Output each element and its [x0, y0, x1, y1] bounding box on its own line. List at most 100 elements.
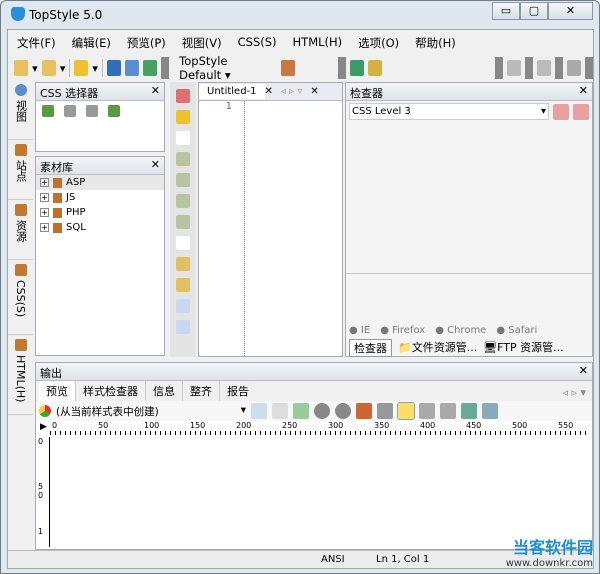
- pencil-icon[interactable]: [176, 320, 190, 334]
- close-button[interactable]: ✕: [548, 2, 593, 20]
- menu-preview[interactable]: 预览(P): [118, 32, 173, 54]
- close-icon[interactable]: ✕: [151, 84, 160, 97]
- preview-source-select[interactable]: (从当前样式表中创建) ▾: [56, 404, 246, 419]
- menu-file[interactable]: 文件(F): [8, 32, 63, 54]
- side-tab-resources[interactable]: 资源: [8, 200, 33, 260]
- close-icon[interactable]: ✕: [579, 364, 588, 377]
- tab-preview[interactable]: 预览: [39, 381, 75, 401]
- menu-bar: 文件(F) 编辑(E) 预览(P) 视图(V) CSS(S) HTML(H) 选…: [8, 32, 463, 54]
- line-gutter: 1: [199, 101, 245, 356]
- toolbar-grip[interactable]: [161, 57, 170, 79]
- side-tab-css[interactable]: CSS(S): [8, 260, 33, 335]
- menu-view[interactable]: 视图(V): [173, 32, 229, 54]
- comment-icon[interactable]: [176, 194, 190, 208]
- document-icon[interactable]: [536, 60, 551, 76]
- wrench-icon[interactable]: [566, 60, 581, 76]
- maximize-button[interactable]: ▢: [520, 2, 548, 20]
- new-html-icon[interactable]: [41, 60, 56, 76]
- tab-ftp-explorer[interactable]: 🖥FTP 资源管...: [483, 339, 563, 357]
- close-icon[interactable]: ✕: [579, 84, 588, 97]
- tab-tidy[interactable]: 整齐: [182, 381, 219, 401]
- tag-remove-icon[interactable]: [108, 105, 120, 117]
- side-tab-html[interactable]: HTML(H): [8, 335, 33, 415]
- expand-icon[interactable]: +: [40, 193, 49, 202]
- side-tab-view[interactable]: 视图: [8, 80, 33, 140]
- expand-icon[interactable]: +: [40, 178, 49, 187]
- browser-firefox[interactable]: ● Firefox: [380, 325, 425, 336]
- open-icon[interactable]: [176, 110, 190, 124]
- toolbar-grip[interactable]: [584, 57, 593, 79]
- app-logo-icon: [11, 7, 25, 21]
- tag-edit-icon[interactable]: [64, 105, 76, 117]
- link-icon[interactable]: [506, 60, 521, 76]
- tag-icon[interactable]: [176, 257, 190, 271]
- refresh-icon[interactable]: [251, 403, 267, 419]
- forward-icon[interactable]: [335, 403, 351, 419]
- toolbar-grip[interactable]: [524, 57, 533, 79]
- tree-item[interactable]: + JS: [36, 190, 164, 205]
- back-icon[interactable]: [314, 403, 330, 419]
- browser-ie[interactable]: ● IE: [349, 325, 370, 336]
- film-icon[interactable]: [377, 403, 393, 419]
- close-tab-icon[interactable]: ✕: [265, 86, 273, 97]
- outdent-icon[interactable]: [176, 173, 190, 187]
- add-property-icon[interactable]: [553, 103, 569, 120]
- ruler-icon[interactable]: [397, 402, 415, 420]
- tab-info[interactable]: 信息: [145, 381, 182, 401]
- menu-html[interactable]: HTML(H): [284, 32, 350, 54]
- minimize-button[interactable]: ▭: [492, 2, 520, 20]
- folder-icon: [53, 192, 62, 203]
- image-icon[interactable]: [461, 403, 477, 419]
- tab-nav-icon[interactable]: ◃ ▹ ▾: [556, 384, 592, 401]
- theme-dropdown[interactable]: TopStyle Default ▾: [173, 54, 276, 82]
- theme-save-icon[interactable]: [280, 60, 295, 76]
- browser-chrome[interactable]: ● Chrome: [435, 325, 486, 336]
- indent-icon[interactable]: [176, 152, 190, 166]
- edit-icon[interactable]: [272, 403, 288, 419]
- new-css-icon[interactable]: [14, 60, 29, 76]
- remove-property-icon[interactable]: [573, 103, 589, 120]
- editor-tab[interactable]: Untitled-1: [199, 84, 265, 99]
- go-icon[interactable]: [293, 403, 309, 419]
- tree-item[interactable]: + ASP: [36, 175, 164, 190]
- tab-nav-icon[interactable]: ◃ ▹ ▿: [281, 86, 302, 97]
- tag-icon[interactable]: [86, 105, 98, 117]
- bug-icon[interactable]: [356, 403, 372, 419]
- menu-css[interactable]: CSS(S): [229, 32, 284, 54]
- tab-style-checker[interactable]: 样式检查器: [75, 381, 145, 401]
- open-folder-icon[interactable]: [74, 60, 89, 76]
- code-editor[interactable]: Untitled-1 ✕ ◃ ▹ ▿ ✕ 1: [198, 82, 343, 357]
- expand-icon[interactable]: +: [40, 223, 49, 232]
- tree-item[interactable]: + PHP: [36, 205, 164, 220]
- browser-safari[interactable]: ● Safari: [496, 325, 537, 336]
- toolbar-grip[interactable]: [338, 57, 347, 79]
- close-icon[interactable]: ✕: [151, 158, 160, 171]
- save-as-icon[interactable]: [143, 60, 158, 76]
- tab-inspector[interactable]: 检查器: [349, 339, 392, 357]
- tab-report[interactable]: 报告: [219, 381, 256, 401]
- side-tab-site[interactable]: 站点: [8, 140, 33, 200]
- expand-icon[interactable]: +: [40, 208, 49, 217]
- close-icon[interactable]: ✕: [310, 86, 318, 97]
- toolbar-grip[interactable]: [494, 57, 503, 79]
- fullscreen-icon[interactable]: [350, 60, 365, 76]
- tab-file-explorer[interactable]: 📁文件资源管...: [398, 339, 477, 357]
- settings-icon[interactable]: [482, 403, 498, 419]
- layout-icon[interactable]: [368, 60, 383, 76]
- menu-help[interactable]: 帮助(H): [406, 32, 463, 54]
- save-all-icon[interactable]: [124, 60, 140, 76]
- resize-icon[interactable]: [440, 403, 456, 419]
- tree-item[interactable]: + SQL: [36, 220, 164, 235]
- edit-icon[interactable]: [176, 215, 190, 229]
- color-icon[interactable]: [176, 278, 190, 292]
- save-icon[interactable]: [106, 60, 121, 76]
- menu-edit[interactable]: 编辑(E): [63, 32, 118, 54]
- menu-options[interactable]: 选项(O): [349, 32, 406, 54]
- device-icon[interactable]: [419, 403, 435, 419]
- new-doc-icon[interactable]: [176, 89, 190, 103]
- toolbar-grip[interactable]: [554, 57, 563, 79]
- css-level-select[interactable]: CSS Level 3 ▾: [349, 103, 549, 120]
- hash-icon[interactable]: [176, 299, 190, 313]
- ruler-toggle-icon[interactable]: ▶: [40, 422, 47, 432]
- tag-add-icon[interactable]: [42, 105, 54, 117]
